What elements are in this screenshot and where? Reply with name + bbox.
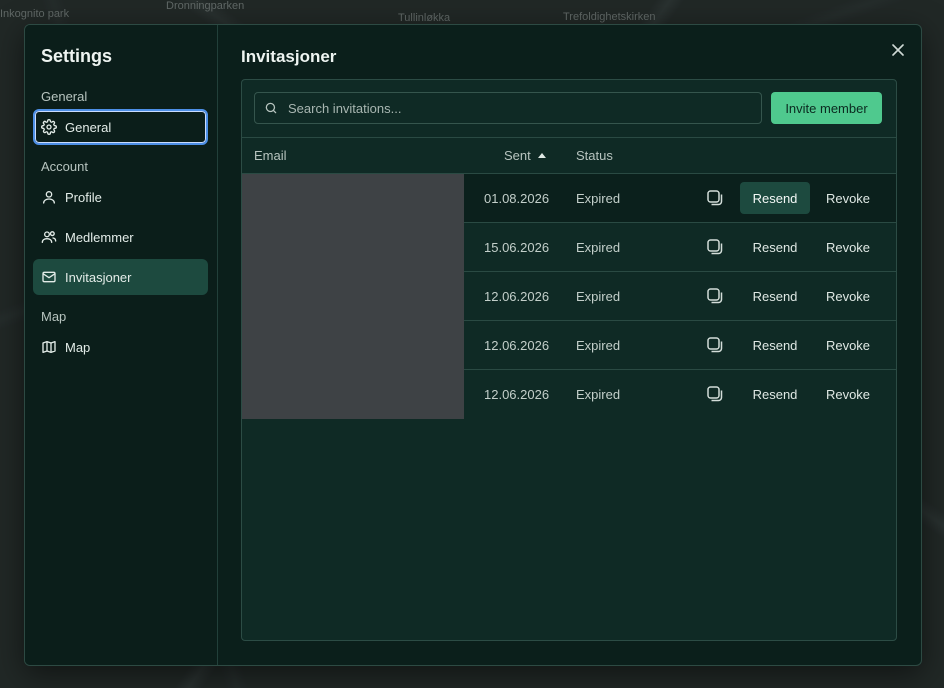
status-text: Expired xyxy=(576,191,621,206)
revoke-button[interactable]: Revoke xyxy=(816,280,880,312)
table-row: 01.08.2026 Expired Resend Revoke xyxy=(464,174,896,223)
users-icon xyxy=(41,229,57,245)
status-text: Expired xyxy=(576,338,621,353)
sidebar-item-map[interactable]: Map xyxy=(33,329,208,365)
sidebar-item-label: Profile xyxy=(65,189,102,205)
status-text: Expired xyxy=(576,387,621,402)
section-label-general: General xyxy=(41,89,88,104)
copy-icon xyxy=(706,238,724,256)
status-text: Expired xyxy=(576,240,621,255)
copy-icon xyxy=(706,336,724,354)
column-header-status: Status xyxy=(576,148,613,163)
sidebar-item-profile[interactable]: Profile xyxy=(33,179,208,215)
mail-icon xyxy=(41,269,57,285)
sidebar-title: Settings xyxy=(41,46,113,66)
settings-dialog: Settings General General Account Profile… xyxy=(24,24,922,666)
search-field[interactable] xyxy=(254,92,762,124)
column-header-email: Email xyxy=(254,148,287,163)
copy-link-button[interactable] xyxy=(706,336,724,354)
copy-icon xyxy=(706,287,724,305)
sidebar-item-label: Map xyxy=(65,339,91,355)
sent-date: 01.08.2026 xyxy=(484,191,550,206)
settings-sidebar: Settings General General Account Profile… xyxy=(25,25,218,665)
revoke-button[interactable]: Revoke xyxy=(816,378,880,410)
resend-button[interactable]: Resend xyxy=(740,280,810,312)
sent-date: 12.06.2026 xyxy=(484,289,550,304)
sidebar-item-label: General xyxy=(65,119,112,135)
table-row: 12.06.2026 Expired Resend Revoke xyxy=(464,272,896,321)
status-text: Expired xyxy=(576,289,621,304)
section-label-map: Map xyxy=(41,309,67,324)
copy-icon xyxy=(706,189,724,207)
resend-button[interactable]: Resend xyxy=(740,231,810,263)
sort-ascending-icon xyxy=(537,153,546,158)
invitations-panel: Invite member Email Sent Status 01.08.20… xyxy=(241,79,897,641)
close-button[interactable] xyxy=(889,41,907,59)
search-icon xyxy=(264,101,278,115)
revoke-button[interactable]: Revoke xyxy=(816,329,880,361)
table-row: 15.06.2026 Expired Resend Revoke xyxy=(464,223,896,272)
section-label-account: Account xyxy=(41,159,88,174)
column-header-sent-label: Sent xyxy=(504,148,531,163)
sidebar-item-label: Medlemmer xyxy=(65,229,134,245)
page-title: Invitasjoner xyxy=(241,47,337,66)
gear-icon xyxy=(41,119,57,135)
table-row: 12.06.2026 Expired Resend Revoke xyxy=(464,370,896,418)
sent-date: 12.06.2026 xyxy=(484,338,550,353)
resend-button[interactable]: Resend xyxy=(740,329,810,361)
copy-link-button[interactable] xyxy=(706,287,724,305)
map-icon xyxy=(41,339,57,355)
search-input[interactable] xyxy=(286,99,730,117)
sidebar-item-members[interactable]: Medlemmer xyxy=(33,219,208,255)
copy-link-button[interactable] xyxy=(706,385,724,403)
sidebar-item-general[interactable]: General xyxy=(33,109,208,145)
resend-button[interactable]: Resend xyxy=(740,182,810,214)
resend-button[interactable]: Resend xyxy=(740,378,810,410)
table-row: 12.06.2026 Expired Resend Revoke xyxy=(464,321,896,370)
revoke-button[interactable]: Revoke xyxy=(816,182,880,214)
redacted-email-column xyxy=(242,174,464,419)
invitations-toolbar: Invite member xyxy=(242,80,896,138)
table-header: Email Sent Status xyxy=(242,137,896,174)
user-icon xyxy=(41,189,57,205)
sent-date: 12.06.2026 xyxy=(484,387,550,402)
copy-link-button[interactable] xyxy=(706,189,724,207)
invite-member-button[interactable]: Invite member xyxy=(771,92,882,124)
copy-link-button[interactable] xyxy=(706,238,724,256)
sent-date: 15.06.2026 xyxy=(484,240,550,255)
copy-icon xyxy=(706,385,724,403)
revoke-button[interactable]: Revoke xyxy=(816,231,880,263)
column-header-sent[interactable]: Sent xyxy=(504,148,546,163)
sidebar-item-label: Invitasjoner xyxy=(65,269,132,285)
sidebar-item-invitations[interactable]: Invitasjoner xyxy=(33,259,208,295)
close-icon xyxy=(892,44,904,56)
